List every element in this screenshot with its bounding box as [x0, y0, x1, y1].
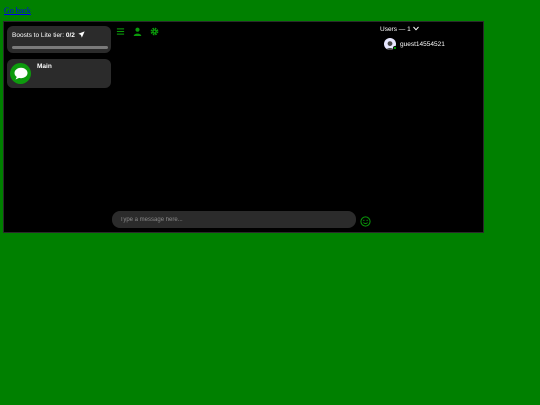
chat-bubble-icon — [10, 63, 31, 84]
rocket-icon — [78, 31, 85, 40]
users-dropdown[interactable]: Users — 1 — [380, 26, 419, 33]
sidebar: Boosts to Lite tier: 0/2 Main — [7, 26, 111, 88]
user-name: guest14554521 — [400, 40, 445, 48]
chevron-down-icon — [412, 26, 419, 33]
boost-count: 0/2 — [65, 32, 75, 39]
emoji-icon[interactable] — [360, 214, 371, 227]
go-back-link[interactable]: Go back — [4, 6, 31, 15]
chat-app: Boosts to Lite tier: 0/2 Main Type a mes… — [3, 21, 484, 233]
user-icon[interactable] — [133, 27, 142, 36]
message-input[interactable] — [112, 211, 356, 228]
users-header: Users — 1 — [380, 26, 411, 33]
boost-progress-bar — [12, 46, 108, 49]
channel-name: Main — [37, 63, 52, 70]
channel-item-main[interactable]: Main — [7, 59, 111, 88]
boost-status: Boosts to Lite tier: 0/2 — [12, 31, 106, 40]
boost-card[interactable]: Boosts to Lite tier: 0/2 — [7, 26, 111, 53]
boost-label: Boosts to Lite tier: — [12, 32, 66, 39]
chat-toolbar — [116, 27, 159, 36]
online-status-indicator — [393, 46, 397, 50]
gear-icon[interactable] — [150, 27, 159, 36]
menu-icon[interactable] — [116, 27, 125, 36]
